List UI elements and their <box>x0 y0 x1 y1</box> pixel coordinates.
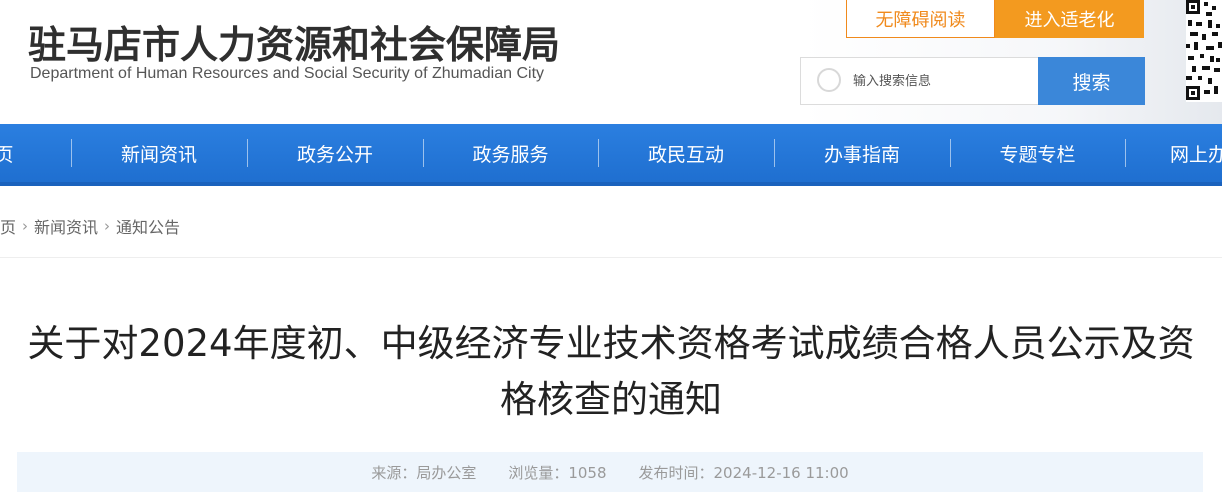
search-button[interactable]: 搜索 <box>1038 57 1145 105</box>
site-subtitle: Department of Human Resources and Social… <box>30 65 545 82</box>
breadcrumb-home[interactable]: 页 <box>0 214 16 238</box>
site-header: 驻马店市人力资源和社会保障局 Department of Human Resou… <box>0 0 1222 124</box>
article-title: 关于对2024年度初、中级经济专业技术资格考试成绩合格人员公示及资格核查的通知 <box>27 322 1195 421</box>
nav-item-news[interactable]: 新闻资讯 <box>71 124 247 182</box>
nav-item-interaction[interactable]: 政民互动 <box>598 124 774 182</box>
chevron-right-icon: › <box>104 217 111 235</box>
nav-item-guide[interactable]: 办事指南 <box>774 124 950 182</box>
breadcrumb-divider <box>0 257 1222 258</box>
breadcrumb-news[interactable]: 新闻资讯 <box>34 214 98 238</box>
qr-code-icon <box>1186 0 1222 102</box>
site-title[interactable]: 驻马店市人力资源和社会保障局 <box>28 14 560 69</box>
article-meta-bar: 来源：局办公室 浏览量：1058 发布时间：2024-12-16 11:00 <box>17 452 1203 492</box>
chevron-right-icon: › <box>22 217 29 235</box>
nav-item-online[interactable]: 网上办 <box>1125 124 1222 182</box>
article-views: 浏览量：1058 <box>508 463 607 482</box>
search-icon <box>815 66 845 96</box>
search-input[interactable] <box>853 73 1033 89</box>
elderly-mode-button[interactable]: 进入适老化 <box>995 0 1144 38</box>
nav-item-home[interactable]: 页 <box>0 124 60 182</box>
nav-underline <box>0 182 1222 186</box>
breadcrumb-notice[interactable]: 通知公告 <box>116 214 180 238</box>
article-published: 发布时间：2024-12-16 11:00 <box>638 463 849 482</box>
nav-item-gov-service[interactable]: 政务服务 <box>423 124 598 182</box>
search-box <box>800 57 1038 105</box>
nav-item-gov-open[interactable]: 政务公开 <box>247 124 423 182</box>
breadcrumb: 页 › 新闻资讯 › 通知公告 <box>0 214 180 238</box>
accessible-reading-button[interactable]: 无障碍阅读 <box>846 0 995 38</box>
main-nav: 页 新闻资讯 政务公开 政务服务 政民互动 办事指南 专题专栏 网上办 <box>0 124 1222 182</box>
article-source: 来源：局办公室 <box>371 463 477 482</box>
nav-item-special[interactable]: 专题专栏 <box>950 124 1125 182</box>
